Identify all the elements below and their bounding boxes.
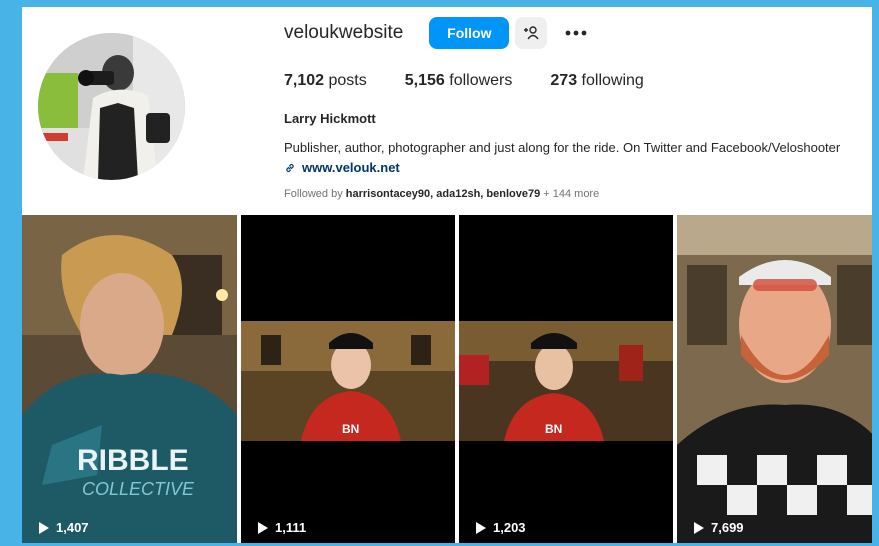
profile-full-name: Larry Hickmott [284,111,376,126]
reel-tile[interactable]: BN 1,111 [241,215,455,543]
svg-text:BN: BN [545,422,562,436]
posts-stat: 7,102 posts [284,72,367,90]
avatar-photo [38,33,185,180]
reel-thumbnail: BN [241,215,455,543]
following-stat[interactable]: 273 following [550,72,643,90]
reel-view-count: 1,111 [275,520,307,535]
reel-views: 1,203 [475,520,526,535]
reel-view-count: 7,699 [711,520,744,535]
posts-label: posts [328,72,367,89]
svg-text:RIBBLE: RIBBLE [77,444,189,477]
svg-text:BN: BN [342,422,359,436]
reel-thumbnail: RIBBLE COLLECTIVE [22,215,237,543]
followed-by[interactable]: Followed by harrisontacey90, ada12sh, be… [284,188,872,200]
profile-header: veloukwebsite Follow 7,102 posts 5,156 f… [284,15,872,200]
reel-tile[interactable]: RIBBLE COLLECTIVE 1,407 [22,215,237,543]
posts-count: 7,102 [284,72,325,89]
reel-tile[interactable]: 7,699 [677,215,872,543]
reels-grid: RIBBLE COLLECTIVE 1,407 BN 1,111 BN 1,20… [22,215,872,543]
profile-website-link[interactable]: www.velouk.net [284,160,872,175]
followers-count: 5,156 [404,72,445,89]
follow-button-label: Follow [447,25,492,41]
reel-view-count: 1,203 [493,520,526,535]
followers-stat[interactable]: 5,156 followers [405,72,513,90]
link-icon [284,162,296,174]
followed-by-prefix: Followed by [284,188,343,200]
play-icon [475,521,487,535]
website-text: www.velouk.net [302,160,400,175]
play-icon [38,521,50,535]
following-count: 273 [550,72,578,89]
reel-tile[interactable]: BN 1,203 [459,215,673,543]
suggested-accounts-button[interactable] [515,17,548,49]
reel-views: 1,111 [257,520,306,535]
reel-view-count: 1,407 [56,520,89,535]
following-label: following [581,72,644,89]
profile-actions-row: veloukwebsite Follow [284,15,872,51]
profile-bio: Publisher, author, photographer and just… [284,140,841,155]
reel-views: 7,699 [693,520,744,535]
follow-button[interactable]: Follow [429,17,510,49]
followed-by-names: harrisontacey90, ada12sh, benlove79 [345,188,541,200]
play-icon [693,521,705,535]
reel-thumbnail [677,215,872,543]
person-add-icon [524,26,539,40]
profile-username: veloukwebsite [284,22,404,43]
reel-thumbnail: BN [459,215,673,543]
followers-label: followers [449,72,513,89]
svg-text:COLLECTIVE: COLLECTIVE [82,479,195,499]
profile-stats: 7,102 posts 5,156 followers 273 followin… [284,72,872,90]
profile-avatar[interactable] [38,33,185,180]
followed-by-more: + 144 more [543,188,600,200]
more-horizontal-icon [565,30,587,36]
profile-page: veloukwebsite Follow 7,102 posts 5,156 f… [22,7,872,543]
play-icon [257,521,269,535]
reel-views: 1,407 [38,520,89,535]
more-options-button[interactable] [561,18,591,48]
